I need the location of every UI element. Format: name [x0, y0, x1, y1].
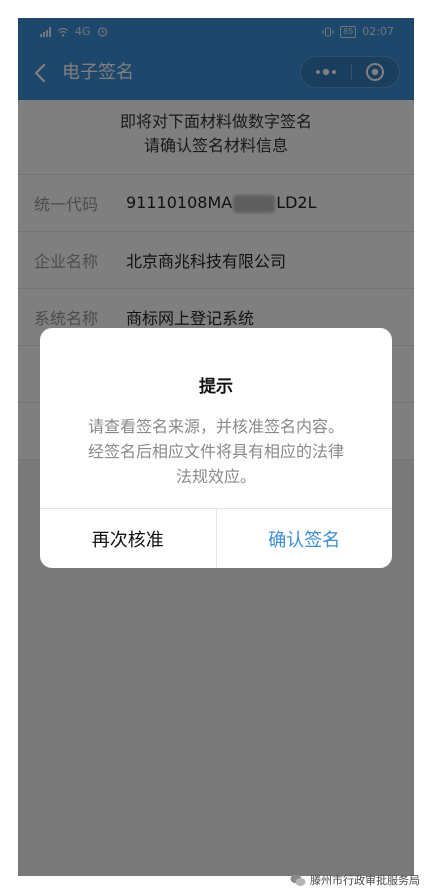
dialog-title: 提示 [199, 377, 233, 397]
dialog-message-line: 法规效应。 [175, 467, 256, 486]
phone-screen: 4G 85 02:07 电子签名 即将对下面材料做数字签名 请确认签名材料信息 [18, 18, 414, 876]
dialog-actions: 再次核准 确认签名 [40, 508, 392, 568]
watermark-text: 滕州市行政审批服务局 [310, 874, 420, 887]
confirm-sign-button[interactable]: 确认签名 [217, 509, 393, 568]
confirm-dialog: 提示 请查看签名来源，并核准签名内容。 经签名后相应文件将具有相应的法律 法规效… [40, 328, 392, 568]
wechat-watermark: 滕州市行政审批服务局 [290, 872, 420, 888]
dialog-message-line: 请查看签名来源，并核准签名内容。 [87, 417, 344, 436]
dialog-message-line: 经签名后相应文件将具有相应的法律 [87, 442, 344, 461]
wechat-official-account-icon [290, 874, 306, 886]
dialog-message: 请查看签名来源，并核准签名内容。 经签名后相应文件将具有相应的法律 法规效应。 [68, 414, 364, 489]
recheck-button[interactable]: 再次核准 [40, 509, 217, 568]
